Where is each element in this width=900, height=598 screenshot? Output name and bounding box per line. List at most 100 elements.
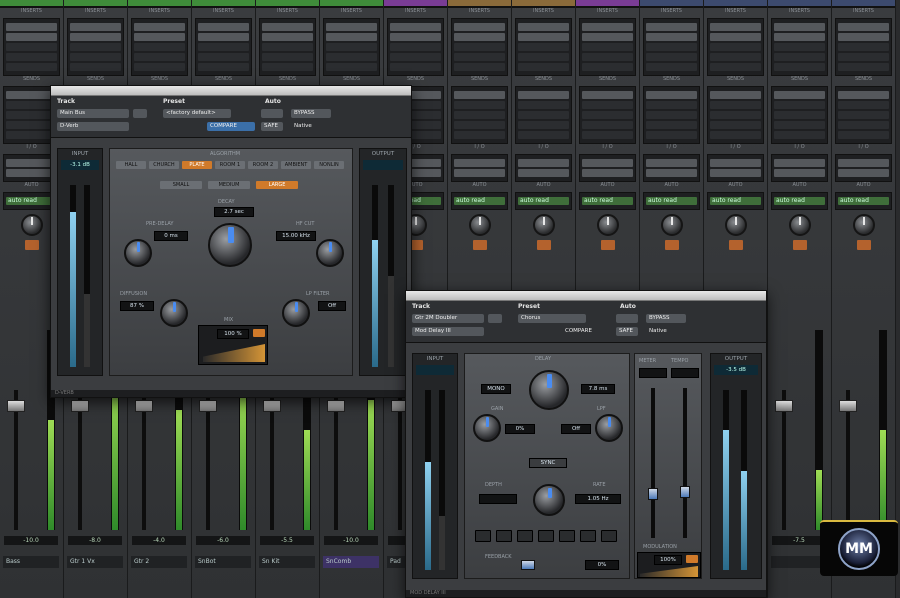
insert-slot[interactable] xyxy=(390,53,441,61)
insert-slot[interactable] xyxy=(70,33,121,41)
insert-slot[interactable] xyxy=(326,43,377,51)
sync-button[interactable]: SYNC xyxy=(529,458,567,468)
insert-slot[interactable] xyxy=(774,53,825,61)
insert-slot[interactable] xyxy=(198,23,249,31)
volume-fader[interactable] xyxy=(839,400,857,412)
note-value-button[interactable] xyxy=(496,530,512,542)
predelay-readout[interactable]: 0 ms xyxy=(154,231,188,241)
window-titlebar[interactable] xyxy=(51,86,411,96)
record-arm-button[interactable] xyxy=(856,240,871,250)
insert-slot[interactable] xyxy=(710,63,761,71)
pan-knob[interactable] xyxy=(660,214,683,236)
send-slot[interactable] xyxy=(582,91,633,99)
insert-slot[interactable] xyxy=(582,23,633,31)
algorithm-tab[interactable]: NONLIN xyxy=(314,161,344,169)
insert-slot[interactable] xyxy=(838,23,889,31)
lp-filter-readout[interactable]: Off xyxy=(318,301,346,311)
insert-slot[interactable] xyxy=(70,63,121,71)
auto-button[interactable] xyxy=(616,314,638,323)
volume-fader[interactable] xyxy=(7,400,25,412)
automation-mode-selector[interactable]: auto read xyxy=(646,197,697,205)
insert-selector[interactable]: D-Verb xyxy=(57,122,129,131)
algorithm-tab[interactable]: ROOM 2 xyxy=(248,161,278,169)
channel-color-bar[interactable] xyxy=(448,0,511,8)
send-slot[interactable] xyxy=(518,101,569,109)
insert-slot[interactable] xyxy=(710,43,761,51)
insert-slot[interactable] xyxy=(710,53,761,61)
send-slot[interactable] xyxy=(774,91,825,99)
size-tab[interactable]: LARGE xyxy=(256,181,298,189)
algorithm-tab[interactable]: HALL xyxy=(116,161,146,169)
note-value-button[interactable] xyxy=(601,530,617,542)
send-slot[interactable] xyxy=(518,131,569,139)
automation-mode-selector[interactable]: auto read xyxy=(710,197,761,205)
insert-slot[interactable] xyxy=(6,43,57,51)
output-selector[interactable] xyxy=(646,169,697,177)
output-selector[interactable] xyxy=(518,169,569,177)
volume-fader[interactable] xyxy=(135,400,153,412)
rate-slider[interactable] xyxy=(680,486,690,498)
output-selector[interactable] xyxy=(774,169,825,177)
preset-selector[interactable]: Chorus xyxy=(518,314,586,323)
input-selector[interactable] xyxy=(774,159,825,167)
compare-button[interactable]: COMPARE xyxy=(207,122,255,131)
insert-slot[interactable] xyxy=(838,63,889,71)
depth-slider[interactable] xyxy=(648,488,658,500)
output-readout[interactable]: -3.5 dB xyxy=(714,365,758,375)
send-slot[interactable] xyxy=(710,121,761,129)
insert-slot[interactable] xyxy=(582,43,633,51)
note-value-button[interactable] xyxy=(580,530,596,542)
track-name[interactable]: Sn Kit xyxy=(259,556,315,568)
channel-color-bar[interactable] xyxy=(0,0,63,8)
send-slot[interactable] xyxy=(774,131,825,139)
size-tab[interactable]: SMALL xyxy=(160,181,202,189)
insert-slot[interactable] xyxy=(262,53,313,61)
insert-slot[interactable] xyxy=(70,43,121,51)
mix-readout[interactable]: 100% xyxy=(654,555,682,565)
record-arm-button[interactable] xyxy=(600,240,615,250)
decay-readout[interactable]: 2.7 sec xyxy=(214,207,254,217)
gain-knob[interactable] xyxy=(473,414,501,442)
insert-slot[interactable] xyxy=(390,23,441,31)
input-selector[interactable] xyxy=(518,159,569,167)
channel-color-bar[interactable] xyxy=(384,0,447,8)
pan-knob[interactable] xyxy=(532,214,555,236)
channel-color-bar[interactable] xyxy=(64,0,127,8)
input-readout[interactable]: -3.1 dB xyxy=(61,160,99,170)
bypass-button[interactable]: BYPASS xyxy=(291,109,331,118)
insert-slot[interactable] xyxy=(390,43,441,51)
pan-knob[interactable] xyxy=(724,214,747,236)
size-tab[interactable]: MEDIUM xyxy=(208,181,250,189)
track-name[interactable] xyxy=(771,556,827,568)
predelay-knob[interactable] xyxy=(124,239,152,267)
insert-slot[interactable] xyxy=(774,33,825,41)
auto-button[interactable] xyxy=(261,109,283,118)
mix-lock-button[interactable] xyxy=(686,555,698,563)
insert-slot[interactable] xyxy=(6,33,57,41)
safe-button[interactable]: SAFE xyxy=(616,327,638,336)
insert-slot[interactable] xyxy=(326,53,377,61)
send-slot[interactable] xyxy=(582,121,633,129)
volume-fader[interactable] xyxy=(263,400,281,412)
hf-cut-readout[interactable]: 15.00 kHz xyxy=(276,231,316,241)
note-value-button[interactable] xyxy=(475,530,491,542)
insert-slot[interactable] xyxy=(646,63,697,71)
depth-readout[interactable] xyxy=(479,494,517,504)
mono-button[interactable]: MONO xyxy=(481,384,511,394)
send-slot[interactable] xyxy=(838,91,889,99)
input-selector[interactable] xyxy=(710,159,761,167)
insert-slot[interactable] xyxy=(134,53,185,61)
insert-slot[interactable] xyxy=(838,43,889,51)
rate-readout[interactable]: 1.05 Hz xyxy=(575,494,621,504)
insert-slot[interactable] xyxy=(518,23,569,31)
input-selector[interactable] xyxy=(838,159,889,167)
insert-slot[interactable] xyxy=(518,53,569,61)
volume-fader[interactable] xyxy=(775,400,793,412)
hf-cut-knob[interactable] xyxy=(316,239,344,267)
pan-knob[interactable] xyxy=(788,214,811,236)
track-name[interactable]: Gtr 1 Vx xyxy=(67,556,123,568)
rate-knob[interactable] xyxy=(533,484,565,516)
send-slot[interactable] xyxy=(646,91,697,99)
note-value-button[interactable] xyxy=(517,530,533,542)
insert-slot[interactable] xyxy=(454,63,505,71)
